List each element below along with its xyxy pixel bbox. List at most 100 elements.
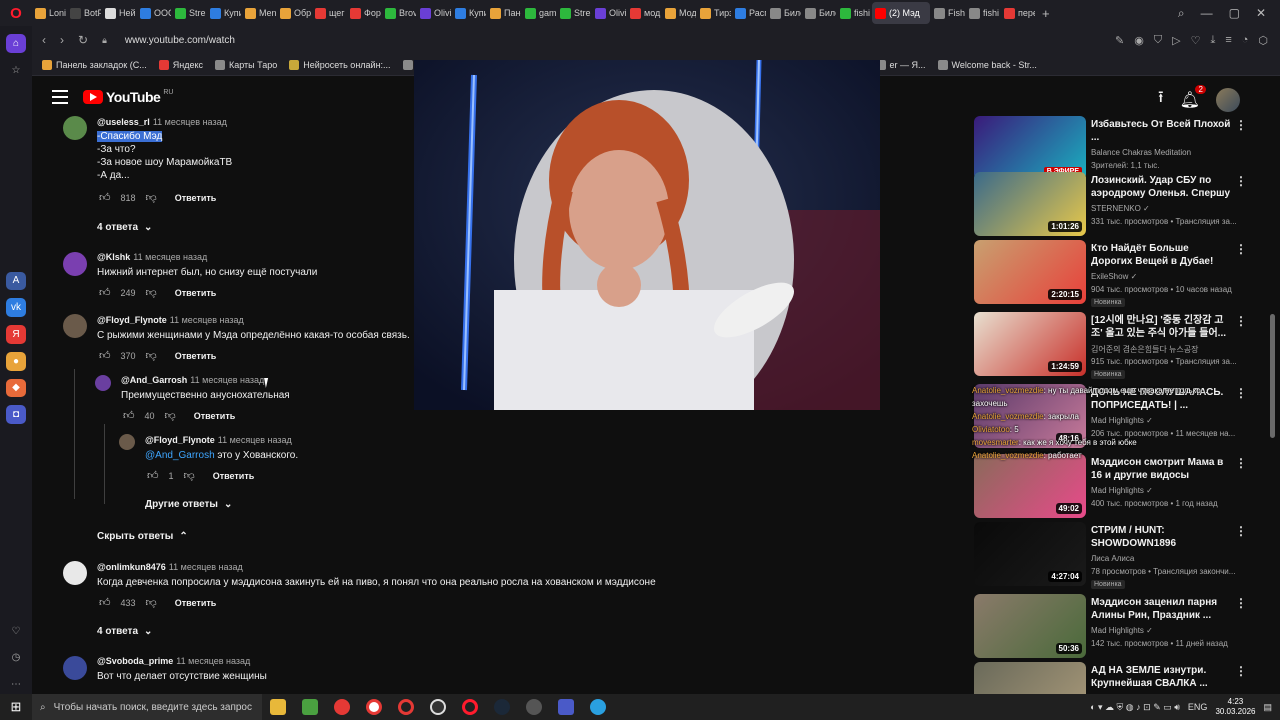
avatar[interactable]	[63, 656, 87, 680]
recommendation-channel[interactable]: Лиса Алиса	[1091, 554, 1134, 563]
browser-tab[interactable]: мод	[627, 2, 661, 24]
browser-tab[interactable]: Brov	[382, 2, 416, 24]
browser-tab[interactable]: Купи	[207, 2, 241, 24]
hide-replies-button[interactable]: Скрыть ответы ⌃	[97, 531, 188, 542]
steam-icon[interactable]	[486, 694, 518, 720]
reply-button[interactable]: Ответить	[194, 411, 236, 421]
youtube-logo[interactable]: YouTube RU	[83, 89, 173, 105]
dislike-icon[interactable]: 👎︎	[146, 191, 157, 204]
recommendation-menu-icon[interactable]: ⋮	[1235, 174, 1247, 188]
clock[interactable]: 4:23 30.03.2026	[1215, 697, 1255, 717]
reply-button[interactable]: Ответить	[175, 351, 217, 361]
language-indicator[interactable]: ENG	[1188, 702, 1208, 712]
browser-tab[interactable]: Пане	[487, 2, 521, 24]
recommendation-item[interactable]: 1:24:59 [12시에 만나요] '중동 긴장감 고조' 올고 있는 주식 아…	[972, 312, 1252, 379]
url-field[interactable]: www.youtube.com/watch	[125, 35, 235, 46]
recommendation-menu-icon[interactable]: ⋮	[1235, 314, 1247, 328]
browser-tab[interactable]: Тирз	[697, 2, 731, 24]
browser-tab[interactable]: Ней:	[102, 2, 136, 24]
recommendation-channel[interactable]: ExileShow ✓	[1091, 272, 1137, 281]
recommendation-item[interactable]: 4:27:04 СТРИМ / HUNT: SHOWDOWN1896 Лиса Ал…	[972, 522, 1252, 589]
browser-tab[interactable]: gam	[522, 2, 556, 24]
recommendation-item[interactable]: 1:01:26 Лозинский. Удар СБУ по аэродрому …	[972, 172, 1252, 236]
recommendation-channel[interactable]: Mad Highlights ✓	[1091, 486, 1153, 495]
recommendation-channel[interactable]: STERNENKO ✓	[1091, 204, 1150, 213]
vk-icon[interactable]: vk	[6, 298, 26, 318]
like-icon[interactable]: 👍︎	[123, 409, 135, 422]
bookmark-item[interactable]: Нейросеть онлайн:...	[289, 59, 391, 70]
app-icon[interactable]	[518, 694, 550, 720]
recommendation-title[interactable]: АД НА ЗЕМЛЕ изнутри. Крупнейшая СВАЛКА .…	[1091, 664, 1231, 690]
play-icon[interactable]: ▷	[1172, 34, 1180, 47]
recommendation-channel[interactable]: Balance Chakras Meditation	[1091, 148, 1191, 157]
notifications-center-icon[interactable]: ▤	[1263, 702, 1272, 713]
browser-tab[interactable]: Loni	[32, 2, 66, 24]
recommendation-menu-icon[interactable]: ⋮	[1235, 524, 1247, 538]
opera-logo-icon[interactable]: O	[0, 0, 32, 26]
notifications-icon[interactable]: 🔔︎ 2	[1180, 84, 1206, 110]
other-replies-button[interactable]: Другие ответы ⌄	[145, 499, 232, 510]
avatar[interactable]	[119, 434, 135, 450]
recommendation-title[interactable]: Кто Найдёт Больше Дорогих Вещей в Дубае!…	[1091, 242, 1231, 269]
video-player[interactable]	[414, 60, 880, 410]
dislike-icon[interactable]: 👎︎	[146, 349, 157, 362]
back-icon[interactable]: ‹	[42, 33, 46, 47]
browser-tab[interactable]: Fishi	[931, 2, 965, 24]
video-thumbnail[interactable]: 2:20:15	[974, 240, 1086, 304]
browser-tab[interactable]: Обр	[277, 2, 311, 24]
start-icon[interactable]: ⊞	[0, 694, 32, 720]
recommendation-title[interactable]: Мэддисон заценил парня Алины Рин, Праздн…	[1091, 596, 1231, 622]
recommendation-menu-icon[interactable]: ⋮	[1235, 664, 1247, 678]
home-icon[interactable]: ⌂	[6, 34, 26, 53]
search-tabs-icon[interactable]: ⌕	[1178, 6, 1185, 21]
recommendation-menu-icon[interactable]: ⋮	[1235, 242, 1247, 256]
like-icon[interactable]: 👍︎	[99, 596, 111, 609]
reply-button[interactable]: Ответить	[175, 598, 217, 608]
comment-author[interactable]: @Svoboda_prime	[97, 656, 173, 666]
new-tab-icon[interactable]: +	[1042, 6, 1050, 21]
tray-icons[interactable]: ◐ ▾ ☁ ⛨ ◍ ♪ ⊡ ✎ ▭ 🔊︎	[1090, 702, 1180, 713]
browser-tab[interactable]: Расп	[732, 2, 766, 24]
dislike-icon[interactable]: 👎︎	[146, 596, 157, 609]
reply-time[interactable]: 11 месяцев назад	[190, 375, 264, 385]
browser-tab[interactable]: Фор	[347, 2, 381, 24]
comment-author[interactable]: @useless_rl	[97, 117, 150, 127]
recommendation-title[interactable]: Избавьтесь От Всей Плохой ...	[1091, 118, 1231, 144]
comment-author[interactable]: @Klshk	[97, 252, 130, 262]
recommendation-title[interactable]: Лозинский. Удар СБУ по аэродрому Оленья.…	[1091, 174, 1231, 201]
comment-time[interactable]: 11 месяцев назад	[169, 562, 243, 572]
dislike-icon[interactable]: 👎︎	[165, 409, 176, 422]
show-replies-button[interactable]: 4 ответа ⌄	[97, 626, 152, 637]
browser-tab[interactable]: fishi	[837, 2, 871, 24]
maximize-icon[interactable]: ▢	[1229, 6, 1240, 21]
recommendation-title[interactable]: СТРИМ / HUNT: SHOWDOWN1896	[1091, 524, 1231, 550]
upload-icon[interactable]: ⭱	[1158, 86, 1164, 113]
taskbar-search[interactable]: ⌕ Чтобы начать поиск, введите здесь запр…	[32, 694, 262, 720]
shield-icon[interactable]: ⛉	[1154, 34, 1162, 47]
browser-tab[interactable]: Биле	[767, 2, 801, 24]
browser-tab[interactable]: fishi	[966, 2, 1000, 24]
comment-time[interactable]: 11 месяцев назад	[153, 117, 227, 127]
browser-tab[interactable]: OOC	[137, 2, 171, 24]
recommendation-item[interactable]: АД НА ЗЕМЛЕ изнутри. Крупнейшая СВАЛКА .…	[972, 662, 1252, 694]
recommendation-menu-icon[interactable]: ⋮	[1235, 596, 1247, 610]
avatar[interactable]	[63, 252, 87, 276]
dislike-icon[interactable]: 👎︎	[184, 469, 195, 482]
reply-button[interactable]: Ответить	[213, 471, 255, 481]
bookmark-item[interactable]: Карты Таро	[214, 59, 277, 70]
browser-tab[interactable]: Stre	[172, 2, 206, 24]
explorer-icon[interactable]	[262, 694, 294, 720]
history-icon[interactable]: ◷	[6, 649, 26, 668]
browser-tab[interactable]: Olivi	[592, 2, 626, 24]
video-thumbnail[interactable]: 50:36	[974, 594, 1086, 658]
close-window-icon[interactable]: ✕	[1256, 6, 1266, 21]
edit-icon[interactable]: ✎	[1115, 34, 1124, 47]
extensions-icon[interactable]: ⬡	[1258, 34, 1268, 47]
yandex-browser-icon[interactable]	[326, 694, 358, 720]
app2-icon[interactable]: ◆	[6, 378, 26, 398]
show-replies-button[interactable]: 4 ответа ⌄	[97, 222, 152, 233]
like-icon[interactable]: 👍︎	[99, 349, 111, 362]
video-thumbnail[interactable]: 4:27:04	[974, 522, 1086, 586]
recommendation-menu-icon[interactable]: ⋮	[1235, 118, 1247, 132]
account-avatar[interactable]	[1215, 87, 1240, 112]
